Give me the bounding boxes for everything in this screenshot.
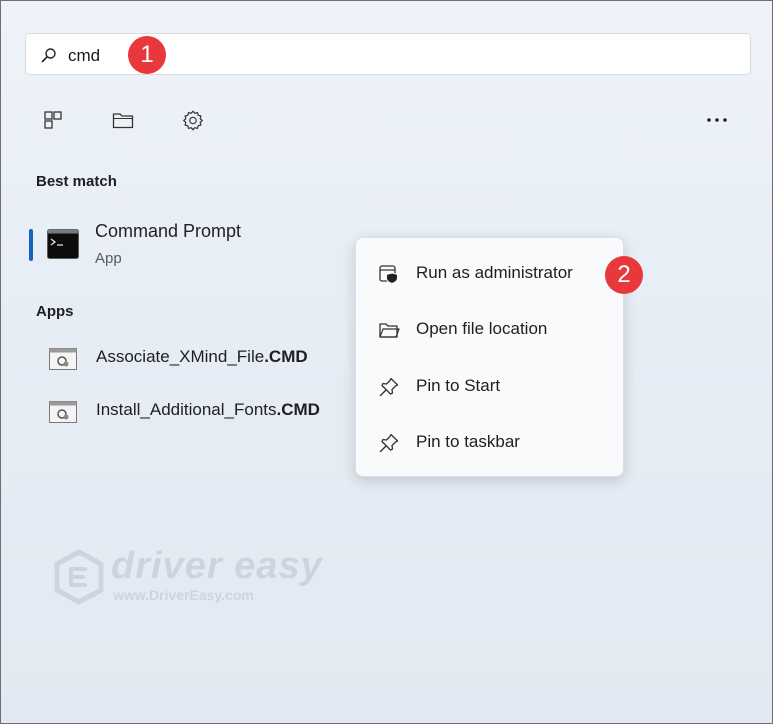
watermark: driver easy www.DriverEasy.com: [53, 545, 322, 609]
menu-item-pin-to-start[interactable]: Pin to Start: [360, 361, 619, 411]
script-icon: [49, 401, 77, 423]
app-item[interactable]: Install_Additional_Fonts.CMD: [47, 394, 347, 430]
selection-indicator: [29, 229, 33, 261]
menu-item-label: Run as administrator: [416, 263, 573, 282]
app-name: Install_Additional_Fonts.CMD: [96, 400, 320, 419]
folder-icon: [379, 323, 400, 338]
gear-icon: [183, 110, 203, 131]
pin-icon: [379, 377, 399, 397]
cmd-icon: [47, 229, 79, 259]
step-badge-1: 1: [128, 36, 166, 74]
widgets-icon: [44, 111, 62, 129]
documents-button[interactable]: [107, 104, 139, 136]
start-search-window: cmd 1 Best match Command Prompt App Apps…: [0, 0, 773, 724]
settings-button[interactable]: [177, 104, 209, 136]
best-match-heading: Best match: [36, 173, 117, 190]
app-item[interactable]: Associate_XMind_File.CMD: [47, 341, 347, 377]
more-icon: [707, 118, 727, 122]
best-match-subtitle: App: [95, 250, 122, 267]
best-match-title: Command Prompt: [95, 221, 242, 241]
best-match-item-command-prompt[interactable]: Command Prompt App: [29, 211, 349, 271]
menu-item-label: Open file location: [416, 319, 548, 338]
menu-item-open-file-location[interactable]: Open file location: [360, 304, 619, 354]
pin-icon: [379, 433, 399, 453]
app-name: Associate_XMind_File.CMD: [96, 347, 308, 366]
search-icon: [41, 48, 56, 63]
folder-icon: [112, 113, 134, 129]
step-badge-2: 2: [605, 256, 643, 294]
watermark-name: driver easy: [111, 545, 323, 587]
menu-item-label: Pin to Start: [416, 376, 501, 395]
script-icon: [49, 348, 77, 370]
driver-easy-logo-icon: [54, 549, 104, 605]
more-options-button[interactable]: [701, 104, 733, 136]
menu-item-label: Pin to taskbar: [416, 432, 520, 451]
menu-item-run-as-administrator[interactable]: Run as administrator: [360, 248, 619, 298]
shield-icon: [379, 265, 398, 285]
context-menu: Run as administrator Open file location …: [355, 237, 624, 477]
widgets-button[interactable]: [37, 104, 69, 136]
apps-heading: Apps: [36, 303, 74, 320]
menu-item-pin-to-taskbar[interactable]: Pin to taskbar: [360, 417, 619, 467]
watermark-url: www.DriverEasy.com: [113, 587, 254, 603]
search-input[interactable]: cmd: [68, 46, 100, 66]
